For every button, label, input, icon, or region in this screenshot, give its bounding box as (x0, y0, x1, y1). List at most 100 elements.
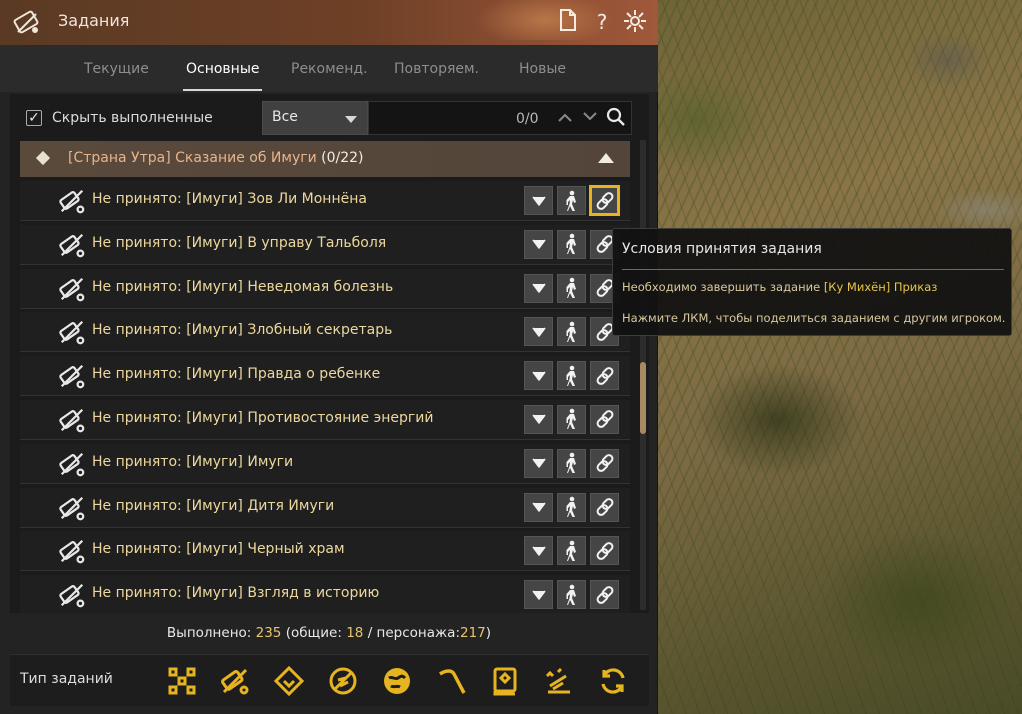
quest-title: Не принято: [Имуги] В управу Тальболя (92, 234, 387, 251)
navigate-icon[interactable] (557, 273, 586, 303)
common-value: 18 (346, 625, 364, 641)
window-titlebar[interactable]: Задания ? (0, 0, 658, 45)
character-label: / персонажа: (367, 625, 460, 641)
quest-row[interactable]: Не принято: [Имуги] Противостояние энерг… (20, 399, 630, 440)
quest-row[interactable]: Не принято: [Имуги] Имуги (20, 443, 630, 484)
expand-details-button[interactable] (524, 186, 553, 215)
quest-title: Не принято: [Имуги] Зов Ли Моннёна (92, 191, 367, 207)
tab-new[interactable]: Новые (519, 61, 566, 77)
quest-scroll-icon (58, 406, 86, 434)
tooltip-divider (622, 269, 1004, 270)
expand-details-button[interactable] (524, 229, 553, 259)
quest-window: Задания ? Текущие Основные Рекоменд. Пов… (0, 0, 658, 714)
quest-row[interactable]: Не принято: [Имуги] Дитя Имуги (20, 487, 630, 528)
share-link-icon[interactable] (590, 186, 619, 215)
tab-recommended[interactable]: Рекоменд. (291, 61, 368, 77)
expand-details-button[interactable] (524, 448, 553, 478)
quest-row[interactable]: Не принято: [Имуги] Злобный секретарь (20, 312, 630, 353)
share-link-icon[interactable] (590, 536, 619, 566)
game-world-background (658, 0, 1022, 714)
quest-title: Не принято: [Имуги] Взгляд в историю (92, 585, 380, 602)
share-link-icon[interactable] (590, 361, 619, 391)
navigate-icon[interactable] (557, 492, 586, 522)
gathering-icon[interactable] (433, 663, 469, 699)
quest-list: Не принято: [Имуги] Зов Ли Моннёна Не при… (20, 181, 630, 613)
trade-icon[interactable] (541, 663, 577, 699)
expand-details-button[interactable] (524, 404, 553, 434)
navigate-icon[interactable] (557, 580, 586, 610)
completed-value: 235 (255, 625, 282, 641)
quest-type-bar: Тип заданий (10, 654, 649, 706)
quest-tabs: Текущие Основные Рекоменд. Повторяем. Но… (0, 45, 658, 92)
collapse-arrow-icon[interactable] (598, 153, 614, 163)
navigate-icon[interactable] (557, 317, 586, 347)
navigate-icon[interactable] (557, 361, 586, 391)
completion-stats: Выполнено: 235 (общие: 18 / персонажа:21… (0, 625, 658, 641)
common-label: (общие: (285, 625, 342, 641)
quest-row[interactable]: Не принято: [Имуги] Черный храм (20, 531, 630, 572)
expand-details-button[interactable] (524, 273, 553, 303)
quest-scroll-icon (13, 10, 39, 34)
quest-row[interactable]: Не принято: [Имуги] Зов Ли Моннёна (20, 181, 630, 221)
close-paren: ) (485, 625, 492, 641)
group-title-text: [Страна Утра] Сказание об Имуги (0/22) (68, 150, 364, 166)
scrollbar-thumb[interactable] (640, 362, 646, 434)
expand-details-button[interactable] (524, 580, 553, 610)
navigate-icon[interactable] (557, 186, 586, 215)
all-types-icon[interactable] (164, 663, 200, 699)
repeatable-icon[interactable] (595, 663, 631, 699)
hide-completed-checkbox[interactable]: ✓ (26, 110, 42, 126)
quest-filter-dropdown[interactable]: Все (262, 101, 368, 135)
quest-type-label: Тип заданий (20, 671, 113, 687)
quest-scroll-icon (58, 362, 86, 390)
story-quest-icon[interactable] (217, 663, 253, 699)
tooltip-share-hint: Нажмите ЛКМ, чтобы поделиться заданием с… (622, 311, 1006, 325)
quest-row[interactable]: Не принято: [Имуги] В управу Тальболя (20, 224, 630, 265)
quest-row[interactable]: Не принято: [Имуги] Правда о ребенке (20, 356, 630, 397)
hide-completed-label[interactable]: Скрыть выполненные (52, 110, 213, 126)
chevron-down-icon (345, 116, 357, 123)
filter-bar: ✓ Скрыть выполненные Все 0/0 (22, 101, 632, 135)
search-prev-button[interactable] (554, 107, 576, 129)
document-icon[interactable] (555, 9, 581, 35)
quest-title: Не принято: [Имуги] Злобный секретарь (92, 322, 393, 339)
navigate-icon[interactable] (557, 404, 586, 434)
quest-scroll-icon (58, 494, 86, 522)
quest-scroll-icon (58, 187, 86, 215)
expand-details-button[interactable] (524, 536, 553, 566)
quest-scroll-icon (58, 581, 86, 609)
share-link-icon[interactable] (590, 580, 619, 610)
settings-icon[interactable] (622, 9, 648, 35)
share-link-icon[interactable] (590, 404, 619, 434)
search-icon[interactable] (605, 107, 627, 129)
tab-main[interactable]: Основные (186, 61, 260, 77)
expand-details-button[interactable] (524, 492, 553, 522)
quest-group-header[interactable]: [Страна Утра] Сказание об Имуги (0/22) (20, 141, 630, 177)
tab-repeatable[interactable]: Повторяем. (394, 61, 479, 77)
quest-row[interactable]: Не принято: [Имуги] Неведомая болезнь (20, 268, 630, 309)
quest-title: Не принято: [Имуги] Неведомая болезнь (92, 278, 394, 295)
navigate-icon[interactable] (557, 536, 586, 566)
window-title: Задания (58, 11, 130, 30)
black-spirit-icon[interactable] (271, 663, 307, 699)
quest-title: Не принято: [Имуги] Противостояние энерг… (92, 409, 434, 426)
navigate-icon[interactable] (557, 229, 586, 259)
tooltip-requirement-prefix: Необходимо завершить задание (622, 280, 821, 294)
share-link-icon[interactable] (590, 492, 619, 522)
quest-title: Не принято: [Имуги] Дитя Имуги (92, 497, 335, 514)
search-next-button[interactable] (579, 107, 601, 129)
quest-scroll-icon (58, 450, 86, 478)
group-count: (0/22) (321, 150, 364, 166)
dropdown-value: Все (272, 109, 298, 125)
life-skill-icon[interactable] (325, 663, 361, 699)
active-tab-indicator (183, 89, 262, 91)
expand-details-button[interactable] (524, 317, 553, 347)
tab-current[interactable]: Текущие (84, 61, 149, 77)
navigate-icon[interactable] (557, 448, 586, 478)
knowledge-book-icon[interactable] (487, 663, 523, 699)
share-link-icon[interactable] (590, 448, 619, 478)
expand-details-button[interactable] (524, 361, 553, 391)
world-icon[interactable] (379, 663, 415, 699)
help-icon[interactable]: ? (589, 9, 615, 35)
quest-row[interactable]: Не принято: [Имуги] Взгляд в историю (20, 575, 630, 613)
